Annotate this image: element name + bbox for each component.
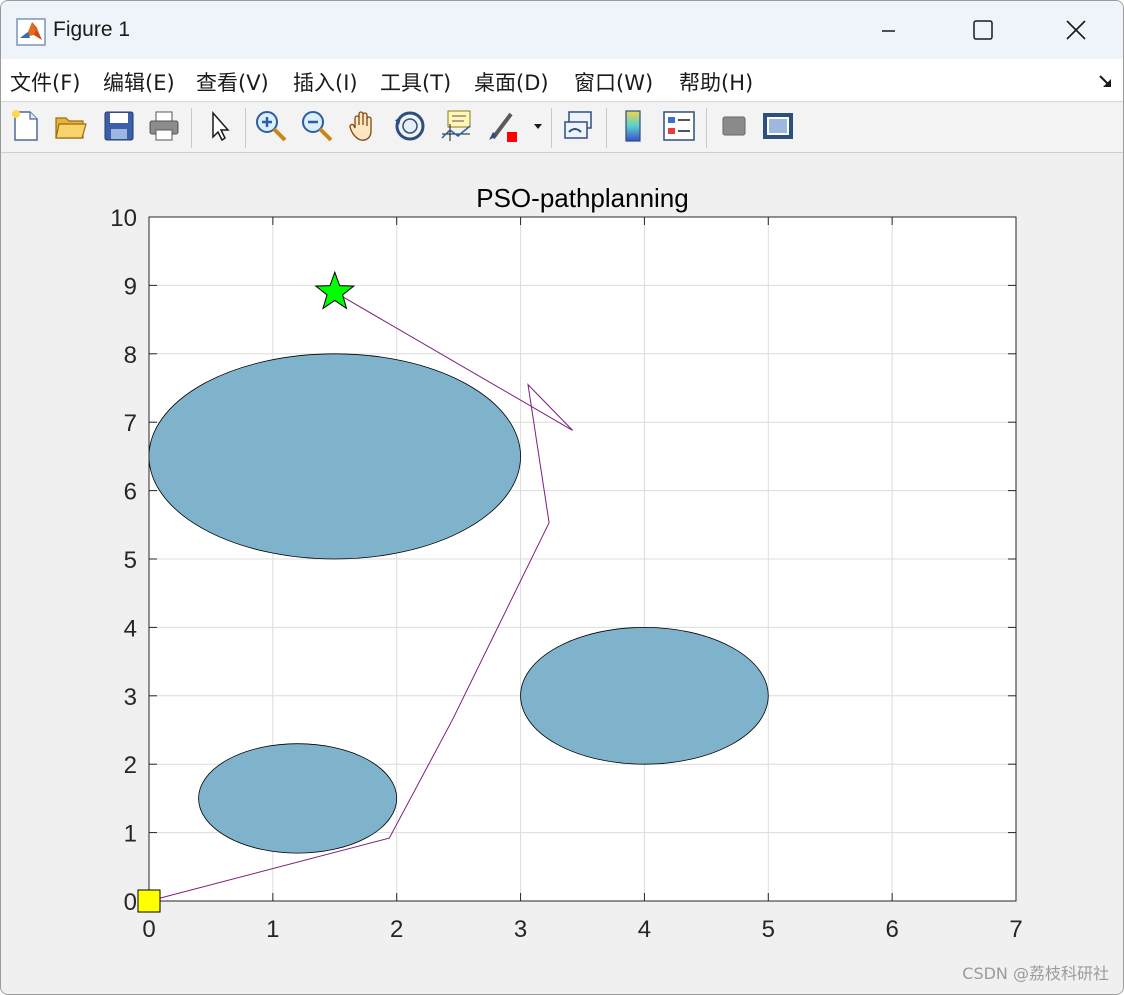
x-tick-label: 1 [266, 916, 279, 943]
dock-arrow-icon[interactable] [1097, 73, 1113, 89]
menu-desktop[interactable]: 桌面(D) [474, 67, 549, 97]
figure-toolbar [1, 102, 1123, 153]
figure-canvas[interactable]: 0 1 2 3 4 5 6 7 0 1 2 3 4 5 6 7 8 9 10 PSO-pathplanning CSD… [1, 153, 1123, 994]
title-bar[interactable]: Figure 1 [1, 1, 1123, 59]
y-tick-label: 9 [124, 273, 137, 300]
zoom-out-icon[interactable] [299, 108, 335, 144]
menu-tools[interactable]: 工具(T) [380, 67, 451, 97]
menu-help[interactable]: 帮助(H) [679, 67, 753, 97]
x-tick-label: 6 [885, 916, 898, 943]
figure-window: Figure 1 文件(F) 编辑(E) 查看(V) 插入(I) 工具(T) 桌… [0, 0, 1124, 995]
toolbar-separator [245, 108, 246, 148]
y-tick-label: 1 [124, 821, 137, 848]
x-tick-label: 0 [142, 916, 155, 943]
matlab-logo-icon [16, 18, 46, 46]
toolbar-separator [606, 108, 607, 148]
y-tick-label: 8 [124, 342, 137, 369]
link-plot-icon[interactable] [561, 108, 597, 144]
y-tick-label: 0 [124, 889, 137, 916]
brush-icon[interactable] [485, 108, 521, 144]
menu-window[interactable]: 窗口(W) [574, 67, 653, 97]
menu-insert[interactable]: 插入(I) [293, 67, 358, 97]
start-marker [137, 889, 161, 913]
legend-icon[interactable] [661, 108, 697, 144]
y-tick-label: 5 [124, 547, 137, 574]
menu-edit[interactable]: 编辑(E) [103, 67, 175, 97]
menu-view[interactable]: 查看(V) [196, 67, 269, 97]
obstacle-ellipse [520, 626, 769, 765]
pso-path-plot[interactable]: 0 1 2 3 4 5 6 7 0 1 2 3 4 5 6 7 8 9 10 PSO-pathplanning [1, 153, 1123, 994]
x-tick-label: 2 [390, 916, 403, 943]
obstacle-ellipse [198, 743, 398, 854]
toolbar-separator [191, 108, 192, 148]
menu-file[interactable]: 文件(F) [10, 67, 80, 97]
chart-title: PSO-pathplanning [476, 183, 688, 213]
y-tick-label: 2 [124, 752, 137, 779]
colorbar-icon[interactable] [615, 108, 651, 144]
brush-dropdown-icon[interactable] [529, 108, 547, 144]
save-icon[interactable] [101, 108, 137, 144]
x-tick-label: 5 [762, 916, 775, 943]
data-cursor-icon[interactable] [438, 108, 474, 144]
y-tick-label: 6 [124, 479, 137, 506]
new-figure-icon[interactable] [8, 108, 44, 144]
pan-hand-icon[interactable] [346, 108, 382, 144]
minimize-button[interactable] [865, 9, 911, 53]
y-tick-label: 4 [124, 615, 137, 642]
obstacle-ellipse [148, 353, 521, 560]
toolbar-separator [706, 108, 707, 148]
y-tick-label: 3 [124, 684, 137, 711]
pointer-icon[interactable] [203, 108, 239, 144]
show-plot-tools-icon[interactable] [760, 108, 796, 144]
zoom-in-icon[interactable] [253, 108, 289, 144]
menu-bar: 文件(F) 编辑(E) 查看(V) 插入(I) 工具(T) 桌面(D) 窗口(W… [1, 59, 1123, 102]
window-title: Figure 1 [53, 18, 131, 41]
x-tick-label: 7 [1009, 916, 1022, 943]
x-tick-label: 4 [638, 916, 651, 943]
print-icon[interactable] [146, 108, 182, 144]
y-tick-label: 7 [124, 410, 137, 437]
y-tick-label: 10 [110, 205, 137, 232]
toolbar-separator [551, 108, 552, 148]
x-tick-label: 3 [514, 916, 527, 943]
open-file-icon[interactable] [53, 108, 89, 144]
hide-plot-tools-icon[interactable] [716, 108, 752, 144]
watermark: CSDN @荔枝科研社 [962, 964, 1109, 983]
rotate-3d-icon[interactable] [392, 108, 428, 144]
close-button[interactable] [1053, 9, 1099, 53]
maximize-button[interactable] [959, 9, 1005, 53]
